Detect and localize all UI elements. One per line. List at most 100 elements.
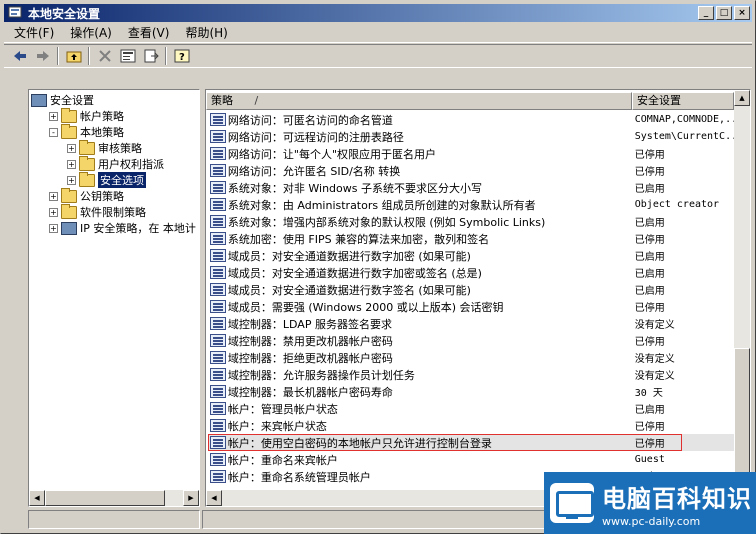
policy-list-pane[interactable]: 策略 / 安全设置 网络访问：可匿名访问的命名管道 COMNAP,COMNODE,… xyxy=(205,89,751,507)
policy-name: 网络访问：可匿名访问的命名管道 xyxy=(227,113,393,127)
scroll-right-button[interactable]: ▶ xyxy=(183,490,199,506)
policy-row[interactable]: 系统对象：由 Administrators 组成员所创建的对象默认所有者 Obje… xyxy=(208,196,734,213)
policy-name: 帐户：重命名来宾帐户 xyxy=(227,453,338,467)
policy-row[interactable]: 网络访问：允许匿名 SID/名称 转换 已停用 xyxy=(208,162,734,179)
expand-icon[interactable]: + xyxy=(67,159,76,169)
title-bar[interactable]: 本地安全设置 _ □ × xyxy=(4,4,752,22)
expand-icon[interactable]: + xyxy=(67,175,76,185)
tree-node[interactable]: + 审核策略 xyxy=(67,139,142,156)
policy-row[interactable]: 系统加密：使用 FIPS 兼容的算法来加密，散列和签名 已停用 xyxy=(208,230,734,247)
policy-row[interactable]: 网络访问：可远程访问的注册表路径 System\CurrentC... xyxy=(208,128,734,145)
scroll-up-button[interactable]: ▲ xyxy=(734,90,750,106)
policy-name: 域控制器：LDAP 服务器签名要求 xyxy=(227,317,392,331)
collapse-icon[interactable]: - xyxy=(49,127,58,137)
folder-icon xyxy=(61,187,77,203)
policy-icon xyxy=(210,334,226,347)
expand-icon[interactable]: + xyxy=(49,191,58,201)
menu-file[interactable]: 文件(F) xyxy=(6,24,62,42)
tree-node[interactable]: + 软件限制策略 xyxy=(49,203,146,220)
menu-view[interactable]: 查看(V) xyxy=(120,24,178,42)
policy-setting: 已启用 xyxy=(634,405,665,416)
policy-name: 域控制器：允许服务器操作员计划任务 xyxy=(227,368,415,382)
properties-icon[interactable] xyxy=(116,45,139,67)
delete-icon[interactable] xyxy=(93,45,116,67)
expand-icon[interactable]: + xyxy=(49,111,58,121)
policy-icon xyxy=(210,113,226,126)
column-header-policy[interactable]: 策略 / xyxy=(206,92,632,110)
tree-node[interactable]: + 安全选项 xyxy=(67,171,146,188)
column-header-setting[interactable]: 安全设置 xyxy=(632,92,734,110)
policy-icon xyxy=(210,300,226,313)
up-folder-icon[interactable] xyxy=(62,45,85,67)
tree-pane[interactable]: 安全设置 + 帐户策略 - 本地策略 + 审核策略 + 用户权利指派 + 安全选项 + 公钥策略 + 软件限… xyxy=(28,89,200,507)
policy-setting: 已停用 xyxy=(634,422,665,433)
scroll-thumb[interactable] xyxy=(734,348,750,474)
menu-help[interactable]: 帮助(H) xyxy=(177,24,235,42)
policy-name: 帐户：使用空白密码的本地帐户只允许进行控制台登录 xyxy=(227,436,492,450)
policy-row[interactable]: 域成员：对安全通道数据进行数字加密 (如果可能) 已启用 xyxy=(208,247,734,264)
policy-icon xyxy=(210,283,226,296)
tree-node[interactable]: + 公钥策略 xyxy=(49,187,124,204)
close-button[interactable]: × xyxy=(734,6,750,20)
maximize-button[interactable]: □ xyxy=(716,6,732,20)
policy-setting: COMNAP,COMNODE,... xyxy=(634,114,734,125)
list-vertical-scrollbar[interactable]: ▲ ▼ xyxy=(734,90,750,490)
policy-row[interactable]: 域控制器：禁用更改机器帐户密码 已停用 xyxy=(208,332,734,349)
policy-row[interactable]: 帐户：管理员帐户状态 已启用 xyxy=(208,400,734,417)
policy-row[interactable]: 域控制器：LDAP 服务器签名要求 没有定义 xyxy=(208,315,734,332)
policy-setting: 没有定义 xyxy=(634,371,675,382)
policy-row[interactable]: 帐户：使用空白密码的本地帐户只允许进行控制台登录 已停用 xyxy=(208,434,734,451)
scroll-thumb[interactable] xyxy=(45,490,165,506)
policy-icon xyxy=(210,402,226,415)
tree-node-label: 用户权利指派 xyxy=(98,158,164,171)
scroll-left-button[interactable]: ◀ xyxy=(29,490,45,506)
policy-name: 帐户：来宾帐户状态 xyxy=(227,419,327,433)
main-window: 本地安全设置 _ □ × 文件(F) 操作(A) 查看(V) 帮助(H) ? 安… xyxy=(0,0,756,534)
tree-horizontal-scrollbar[interactable]: ◀ ▶ xyxy=(29,490,199,506)
policy-row[interactable]: 系统对象：增强内部系统对象的默认权限 (例如 Symbolic Links) 已启… xyxy=(208,213,734,230)
folder-icon xyxy=(79,171,95,187)
policy-icon xyxy=(210,453,226,466)
help-icon[interactable]: ? xyxy=(170,45,193,67)
policy-row[interactable]: 网络访问：可匿名访问的命名管道 COMNAP,COMNODE,... xyxy=(208,111,734,128)
scroll-left-button[interactable]: ◀ xyxy=(206,490,222,506)
policy-row[interactable]: 网络访问：让"每个人"权限应用于匿名用户 已停用 xyxy=(208,145,734,162)
policy-setting: 已停用 xyxy=(634,150,665,161)
policy-row[interactable]: 帐户：来宾帐户状态 已停用 xyxy=(208,417,734,434)
policy-setting: System\CurrentC... xyxy=(634,131,734,142)
tree-node[interactable]: + IP 安全策略，在 本地计 xyxy=(49,220,196,236)
policy-setting: 已启用 xyxy=(634,252,665,263)
tree-node-label: IP 安全策略，在 本地计 xyxy=(80,222,196,235)
watermark: 电脑百科知识 www.pc-daily.com xyxy=(544,472,756,534)
policy-row[interactable]: 域成员：对安全通道数据进行数字签名 (如果可能) 已启用 xyxy=(208,281,734,298)
policy-row[interactable]: 域成员：对安全通道数据进行数字加密或签名 (总是) 已启用 xyxy=(208,264,734,281)
policy-row[interactable]: 帐户：重命名来宾帐户 Guest xyxy=(208,451,734,468)
tree-node-label: 审核策略 xyxy=(98,142,142,155)
window-title: 本地安全设置 xyxy=(28,6,101,21)
policy-icon xyxy=(210,249,226,262)
expand-icon[interactable]: + xyxy=(49,223,58,233)
policy-row[interactable]: 域控制器：最长机器帐户密码寿命 30 天 xyxy=(208,383,734,400)
policy-icon xyxy=(210,436,226,449)
tree-node[interactable]: + 用户权利指派 xyxy=(67,155,164,172)
tree-node[interactable]: 安全设置 xyxy=(31,92,94,108)
policy-row[interactable]: 域控制器：允许服务器操作员计划任务 没有定义 xyxy=(208,366,734,383)
menu-action[interactable]: 操作(A) xyxy=(62,24,120,42)
export-icon[interactable] xyxy=(139,45,162,67)
policy-icon xyxy=(210,351,226,364)
computer-icon xyxy=(31,93,47,107)
policy-setting: 已启用 xyxy=(634,218,665,229)
tree-node[interactable]: - 本地策略 xyxy=(49,123,124,140)
policy-row[interactable]: 域成员：需要强 (Windows 2000 或以上版本) 会话密钥 已停用 xyxy=(208,298,734,315)
expand-icon[interactable]: + xyxy=(49,207,58,217)
back-icon[interactable] xyxy=(8,45,31,67)
minimize-button[interactable]: _ xyxy=(698,6,714,20)
policy-row[interactable]: 域控制器：拒绝更改机器帐户密码 没有定义 xyxy=(208,349,734,366)
policy-name: 域成员：需要强 (Windows 2000 或以上版本) 会话密钥 xyxy=(227,300,504,314)
folder-icon xyxy=(79,139,95,155)
tree-node[interactable]: + 帐户策略 xyxy=(49,107,124,124)
policy-row[interactable]: 系统对象：对非 Windows 子系统不要求区分大小写 已启用 xyxy=(208,179,734,196)
expand-icon[interactable]: + xyxy=(67,143,76,153)
policy-setting: 已停用 xyxy=(634,167,665,178)
forward-icon[interactable] xyxy=(31,45,54,67)
